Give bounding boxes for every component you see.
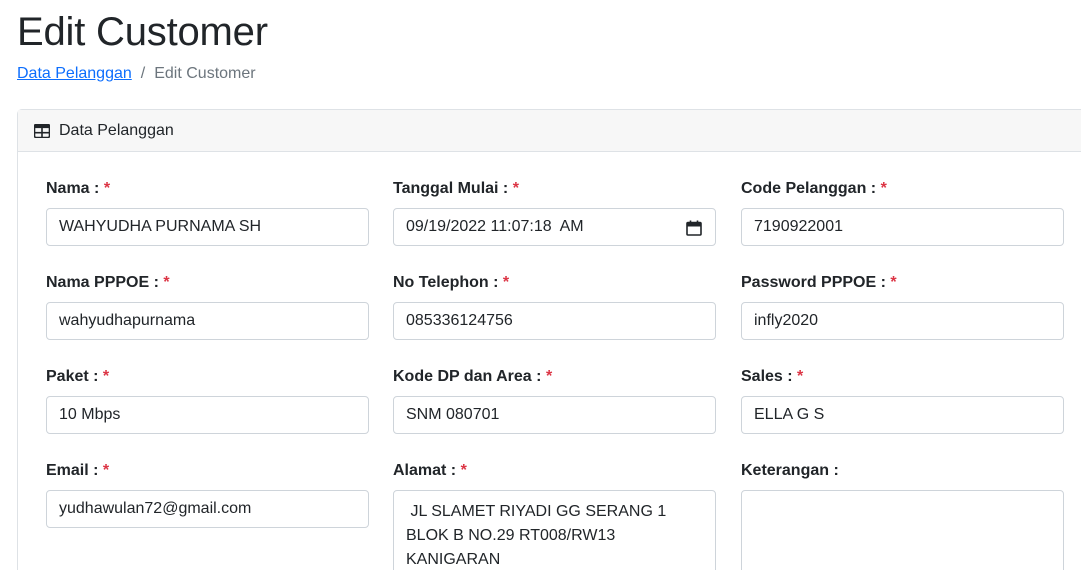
breadcrumb: Data Pelanggan / Edit Customer (17, 64, 256, 84)
tanggal-mulai-input[interactable]: 09/19/2022 11:07:18 AM (393, 208, 716, 246)
tanggal-mulai-value: 09/19/2022 11:07:18 AM (406, 218, 584, 235)
nama-pppoe-input[interactable]: wahyudhapurnama (46, 302, 369, 340)
paket-input[interactable]: 10 Mbps (46, 396, 369, 434)
code-pelanggan-input[interactable]: 7190922001 (741, 208, 1064, 246)
keterangan-textarea[interactable] (741, 490, 1064, 570)
table-icon (34, 123, 50, 138)
code-pelanggan-label: Code Pelanggan : * (741, 180, 887, 197)
alamat-textarea[interactable]: JL SLAMET RIYADI GG SERANG 1 BLOK B NO.2… (393, 490, 716, 570)
password-pppoe-label: Password PPPOE : * (741, 274, 897, 291)
kode-dp-area-label: Kode DP dan Area : * (393, 368, 553, 385)
sales-input[interactable]: ELLA G S (741, 396, 1064, 434)
field-paket: Paket : * 10 Mbps (46, 367, 369, 434)
keterangan-label: Keterangan : (741, 462, 839, 479)
field-nama: Nama : * WAHYUDHA PURNAMA SH (46, 179, 369, 246)
tanggal-mulai-label: Tanggal Mulai : * (393, 180, 519, 197)
field-no-telephon: No Telephon : * 085336124756 (393, 273, 716, 340)
field-nama-pppoe: Nama PPPOE : * wahyudhapurnama (46, 273, 369, 340)
email-label: Email : * (46, 462, 110, 479)
card-header-title: Data Pelanggan (59, 121, 174, 139)
nama-pppoe-label: Nama PPPOE : * (46, 274, 170, 291)
breadcrumb-current: Edit Customer (154, 65, 256, 82)
card-header: Data Pelanggan (18, 110, 1081, 152)
no-telephon-input[interactable]: 085336124756 (393, 302, 716, 340)
field-keterangan: Keterangan : (741, 461, 1064, 570)
field-password-pppoe: Password PPPOE : * infly2020 (741, 273, 1064, 340)
edit-customer-page: Edit Customer Data Pelanggan / Edit Cust… (0, 0, 1081, 570)
nama-input[interactable]: WAHYUDHA PURNAMA SH (46, 208, 369, 246)
alamat-label: Alamat : * (393, 462, 467, 479)
calendar-icon[interactable] (686, 220, 702, 236)
paket-label: Paket : * (46, 368, 110, 385)
field-code-pelanggan: Code Pelanggan : * 7190922001 (741, 179, 1064, 246)
no-telephon-label: No Telephon : * (393, 274, 510, 291)
field-kode-dp-area: Kode DP dan Area : * SNM 080701 (393, 367, 716, 434)
breadcrumb-link-data-pelanggan[interactable]: Data Pelanggan (17, 64, 132, 84)
sales-label: Sales : * (741, 368, 804, 385)
customer-form-card: Data Pelanggan Nama : * WAHYUDHA PURNAMA… (17, 109, 1081, 570)
nama-label: Nama : * (46, 180, 111, 197)
field-sales: Sales : * ELLA G S (741, 367, 1064, 434)
field-email: Email : * yudhawulan72@gmail.com (46, 461, 369, 528)
field-alamat: Alamat : * JL SLAMET RIYADI GG SERANG 1 … (393, 461, 716, 570)
password-pppoe-input[interactable]: infly2020 (741, 302, 1064, 340)
page-title: Edit Customer (17, 10, 268, 54)
email-input[interactable]: yudhawulan72@gmail.com (46, 490, 369, 528)
kode-dp-area-input[interactable]: SNM 080701 (393, 396, 716, 434)
field-tanggal-mulai: Tanggal Mulai : * 09/19/2022 11:07:18 AM (393, 179, 716, 246)
breadcrumb-separator: / (140, 65, 146, 82)
